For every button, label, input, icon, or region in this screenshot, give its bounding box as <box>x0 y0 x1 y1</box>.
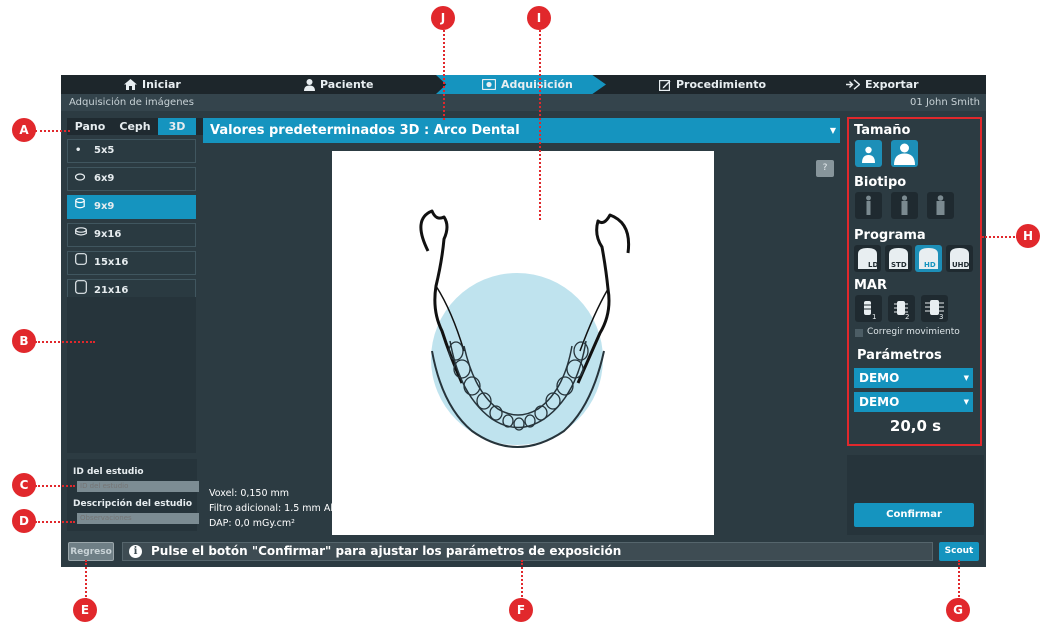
preset-dropdown[interactable]: Valores predeterminados 3D : Arco Dental… <box>203 118 840 143</box>
callout-line-j <box>443 30 445 120</box>
size-option-15x16[interactable]: 15x16 <box>67 251 196 275</box>
image-preview[interactable] <box>332 151 714 535</box>
size-label: 21x16 <box>94 285 129 296</box>
left-panel-empty-area <box>67 297 196 453</box>
nav-label: Exportar <box>865 78 919 91</box>
cylinder-wide-icon <box>75 224 87 246</box>
study-id-label: ID del estudio <box>73 467 144 477</box>
scout-button[interactable]: Scout <box>939 542 979 561</box>
dot-icon: • <box>75 145 82 156</box>
study-notes-field[interactable] <box>77 513 199 524</box>
callout-line-i <box>539 30 541 220</box>
nav-item-exportar[interactable]: Exportar <box>846 75 919 94</box>
size-option-5x5[interactable]: • 5x5 <box>67 139 196 163</box>
jaw-illustration <box>419 209 631 448</box>
voxel-text: Voxel: 0,150 mm <box>209 488 290 499</box>
preset-label: Valores predeterminados 3D : Arco Dental <box>210 123 520 138</box>
size-option-9x16[interactable]: 9x16 <box>67 223 196 247</box>
patient-name: 01 John Smith <box>910 97 980 108</box>
size-label: 5x5 <box>94 145 115 156</box>
callout-line-d <box>35 521 75 523</box>
confirm-button[interactable]: Confirmar <box>854 503 974 527</box>
exposure-info: Voxel: 0,150 mm Filtro adicional: 1.5 mm… <box>209 486 399 531</box>
dap-text: DAP: 0,0 mGy.cm² <box>209 518 295 529</box>
person-icon <box>304 78 315 91</box>
nav-item-adquisicion[interactable]: Adquisición <box>482 75 573 94</box>
callout-c: C <box>12 473 36 497</box>
nav-label: Paciente <box>320 78 374 91</box>
sub-header: Adquisición de imágenes 01 John Smith <box>61 94 986 111</box>
status-bar: i Pulse el botón "Confirmar" para ajusta… <box>122 542 933 561</box>
nav-item-iniciar[interactable]: Iniciar <box>124 75 181 94</box>
callout-f: F <box>509 598 533 622</box>
callout-b: B <box>12 329 36 353</box>
size-option-6x9[interactable]: 6x9 <box>67 167 196 191</box>
fov-size-list: • 5x5 6x9 9x9 9x16 15x16 21x16 <box>67 139 196 307</box>
callout-i: I <box>527 6 551 30</box>
callout-d: D <box>12 509 36 533</box>
info-icon: i <box>129 545 142 558</box>
study-desc-label: Descripción del estudio <box>73 499 193 509</box>
size-option-9x9[interactable]: 9x9 <box>67 195 196 219</box>
cylinder-flat-icon <box>74 168 86 190</box>
callout-line-g <box>958 560 960 600</box>
page-title: Adquisición de imágenes <box>69 97 194 108</box>
tab-ceph[interactable]: Ceph <box>113 118 157 135</box>
tab-pano[interactable]: Pano <box>67 118 113 135</box>
callout-h: H <box>1016 224 1040 248</box>
callout-line-b <box>35 341 95 343</box>
cylinder-icon <box>75 196 85 218</box>
callout-g: G <box>946 598 970 622</box>
chevron-down-icon: ▼ <box>829 126 836 135</box>
callout-e: E <box>73 598 97 622</box>
mode-tabs: Pano Ceph 3D <box>67 118 209 135</box>
study-id-field[interactable] <box>77 481 199 492</box>
callout-line-f <box>521 560 523 600</box>
highlight-box-h <box>847 117 982 446</box>
home-icon <box>124 79 137 90</box>
edit-icon <box>659 79 671 91</box>
tab-3d[interactable]: 3D <box>158 118 196 135</box>
nav-label: Iniciar <box>142 78 181 91</box>
camera-icon <box>482 79 496 90</box>
cylinder-tall-icon <box>75 252 87 274</box>
size-label: 6x9 <box>94 173 115 184</box>
study-info-panel: ID del estudio Descripción del estudio <box>67 459 199 531</box>
callout-line-c <box>35 485 75 487</box>
nav-label: Procedimiento <box>676 78 767 91</box>
top-nav: Iniciar Paciente Adquisición Procedimien… <box>61 75 986 94</box>
nav-item-paciente[interactable]: Paciente <box>304 75 374 94</box>
callout-line-a <box>35 130 70 132</box>
help-button[interactable]: ? <box>816 160 834 177</box>
size-label: 9x9 <box>94 201 115 212</box>
callout-line-h <box>982 236 1018 238</box>
callout-a: A <box>12 118 36 142</box>
back-button[interactable]: Regreso <box>68 542 114 561</box>
callout-j: J <box>431 6 455 30</box>
callout-line-e <box>85 560 87 600</box>
size-label: 15x16 <box>94 257 129 268</box>
status-message: Pulse el botón "Confirmar" para ajustar … <box>151 544 622 558</box>
filter-text: Filtro adicional: 1.5 mm Al + 0.7 mm Cu <box>209 503 400 514</box>
size-label: 9x16 <box>94 229 122 240</box>
export-icon <box>846 79 860 90</box>
nav-item-procedimiento[interactable]: Procedimiento <box>659 75 766 94</box>
nav-label: Adquisición <box>501 78 573 91</box>
